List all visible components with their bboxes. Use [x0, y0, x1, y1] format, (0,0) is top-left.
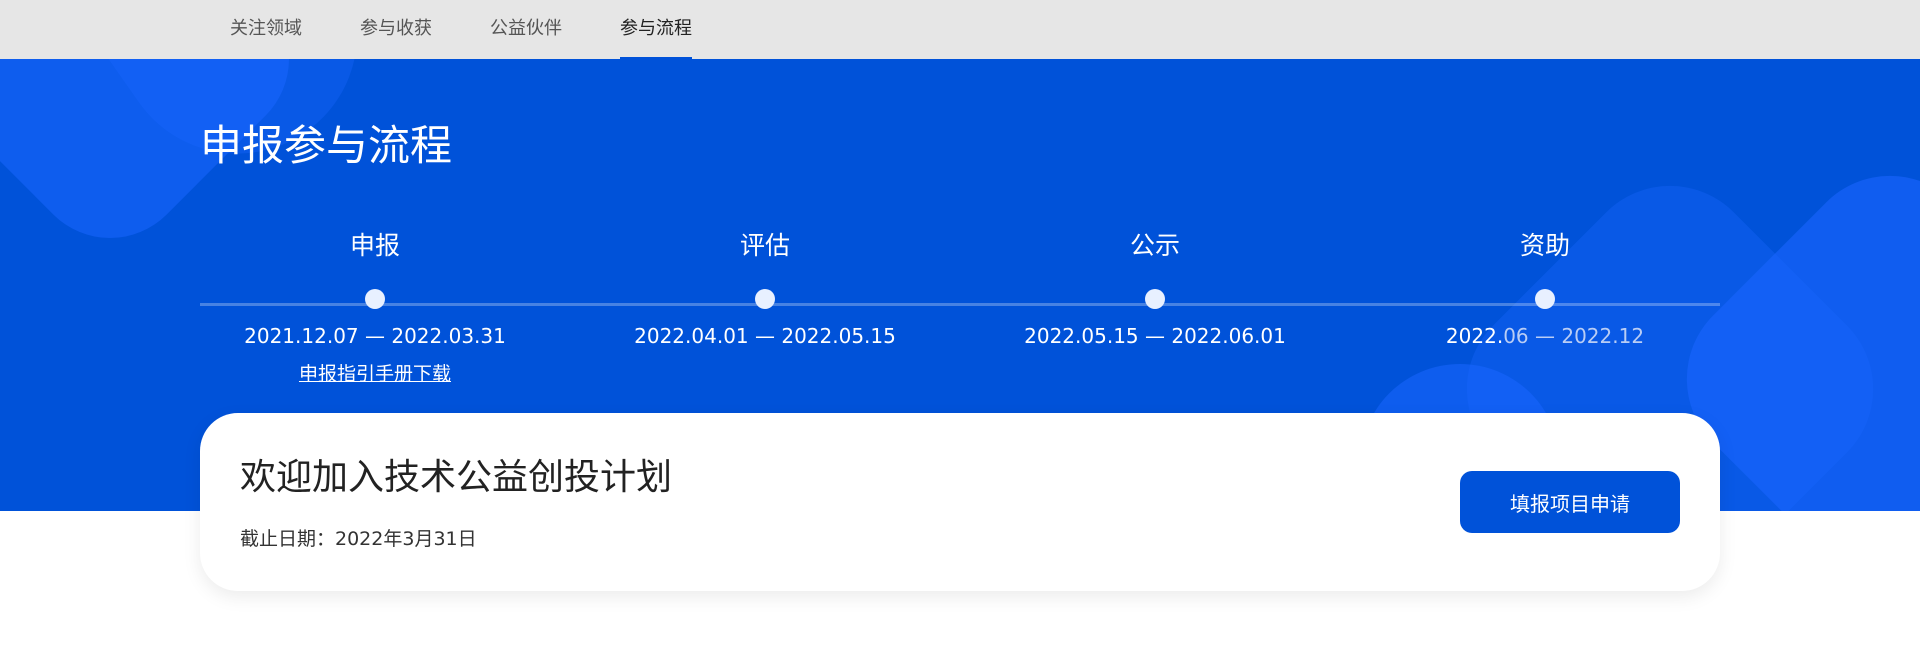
tab-partners[interactable]: 公益伙伴 [490, 0, 562, 59]
step-label: 资助 [1519, 231, 1570, 260]
cta-card: 欢迎加入技术公益创投计划 截止日期：2022年3月31日 填报项目申请 [200, 413, 1720, 591]
step-date: 2022.04.01 — 2022.05.15 [634, 324, 896, 348]
step-date: 2021.12.07 — 2022.03.31 [244, 324, 506, 348]
page-title: 申报参与流程 [200, 121, 453, 170]
card-title: 欢迎加入技术公益创投计划 [240, 457, 673, 498]
step-date-part: 2022. [1445, 324, 1504, 348]
step-date: 2022.05.15 — 2022.06.01 [1024, 324, 1286, 348]
guide-download-link[interactable]: 申报指引手册下载 [195, 361, 555, 387]
step-label: 申报 [349, 231, 400, 260]
step-dot [755, 289, 775, 309]
tab-focus-areas[interactable]: 关注领域 [230, 0, 302, 59]
timeline-step-apply: 申报 2021.12.07 — 2022.03.31 申报指引手册下载 [195, 229, 555, 387]
tab-participation-process[interactable]: 参与流程 [620, 0, 692, 59]
apply-button[interactable]: 填报项目申请 [1460, 471, 1680, 533]
step-date: 2022.06 — 2022.12 [1365, 323, 1725, 349]
top-nav: 关注领域 参与收获 公益伙伴 参与流程 [0, 0, 1920, 59]
step-date-part: 06 — 2022.12 [1503, 324, 1645, 348]
timeline-step-publicize: 公示 2022.05.15 — 2022.06.01 [975, 229, 1335, 349]
step-dot [1535, 289, 1555, 309]
step-dot [1145, 289, 1165, 309]
timeline-step-fund: 资助 2022.06 — 2022.12 [1365, 229, 1725, 349]
step-dot [365, 289, 385, 309]
timeline-step-evaluate: 评估 2022.04.01 — 2022.05.15 [585, 229, 945, 349]
step-label: 公示 [1129, 231, 1180, 260]
step-label: 评估 [739, 231, 790, 260]
tab-participation-gains[interactable]: 参与收获 [360, 0, 432, 59]
deadline-text: 截止日期：2022年3月31日 [240, 528, 477, 550]
